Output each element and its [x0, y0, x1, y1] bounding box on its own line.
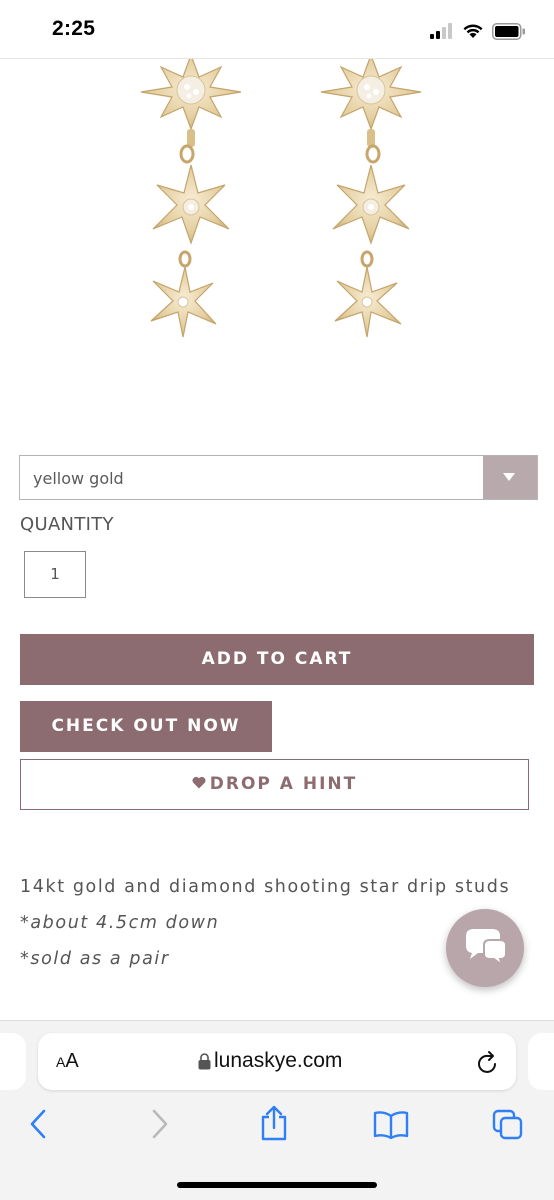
quantity-label: QUANTITY	[20, 514, 114, 535]
previous-tab-peek[interactable]	[0, 1033, 26, 1090]
variant-select[interactable]: yellow gold	[19, 455, 538, 500]
chevron-left-icon[interactable]	[28, 1108, 50, 1140]
book-icon[interactable]	[373, 1110, 409, 1140]
quantity-input[interactable]: 1	[24, 551, 86, 598]
chat-bubbles-icon	[466, 929, 507, 968]
drop-a-hint-label: DROP A HINT	[209, 774, 358, 794]
variant-selected-value: yellow gold	[33, 469, 124, 488]
add-to-cart-button[interactable]: ADD TO CART	[20, 634, 534, 685]
reader-settings-button[interactable]: AA	[56, 1050, 79, 1073]
battery-icon	[492, 22, 525, 40]
url-display[interactable]: lunaskye.com	[198, 1049, 342, 1073]
status-time: 2:25	[52, 17, 96, 40]
home-indicator[interactable]	[177, 1182, 377, 1188]
reload-icon[interactable]	[476, 1049, 500, 1075]
heart-icon	[192, 776, 206, 789]
status-bar: 2:25	[0, 0, 554, 58]
product-image[interactable]	[0, 59, 554, 359]
chevron-down-icon	[503, 473, 515, 481]
url-text: lunaskye.com	[214, 1049, 343, 1072]
chat-button[interactable]	[446, 909, 524, 987]
next-tab-peek[interactable]	[528, 1033, 554, 1090]
aa-large-letter: A	[65, 1050, 79, 1072]
description-line: 14kt gold and diamond shooting star drip…	[20, 877, 511, 897]
chevron-right-icon[interactable]	[148, 1108, 170, 1140]
lock-icon	[198, 1052, 211, 1069]
signal-icon	[430, 23, 452, 39]
variant-dropdown-button[interactable]	[483, 456, 537, 499]
check-out-now-button[interactable]: CHECK OUT NOW	[20, 701, 272, 752]
description-line: *sold as a pair	[20, 949, 170, 969]
address-bar[interactable]: AA lunaskye.com	[38, 1033, 516, 1090]
share-icon[interactable]	[259, 1104, 289, 1142]
wifi-icon	[463, 24, 483, 38]
status-icons	[430, 20, 526, 42]
aa-small-letter: A	[56, 1054, 66, 1070]
description-line: *about 4.5cm down	[20, 913, 220, 933]
drop-a-hint-button[interactable]: DROP A HINT	[20, 759, 529, 810]
tabs-icon[interactable]	[492, 1109, 524, 1141]
